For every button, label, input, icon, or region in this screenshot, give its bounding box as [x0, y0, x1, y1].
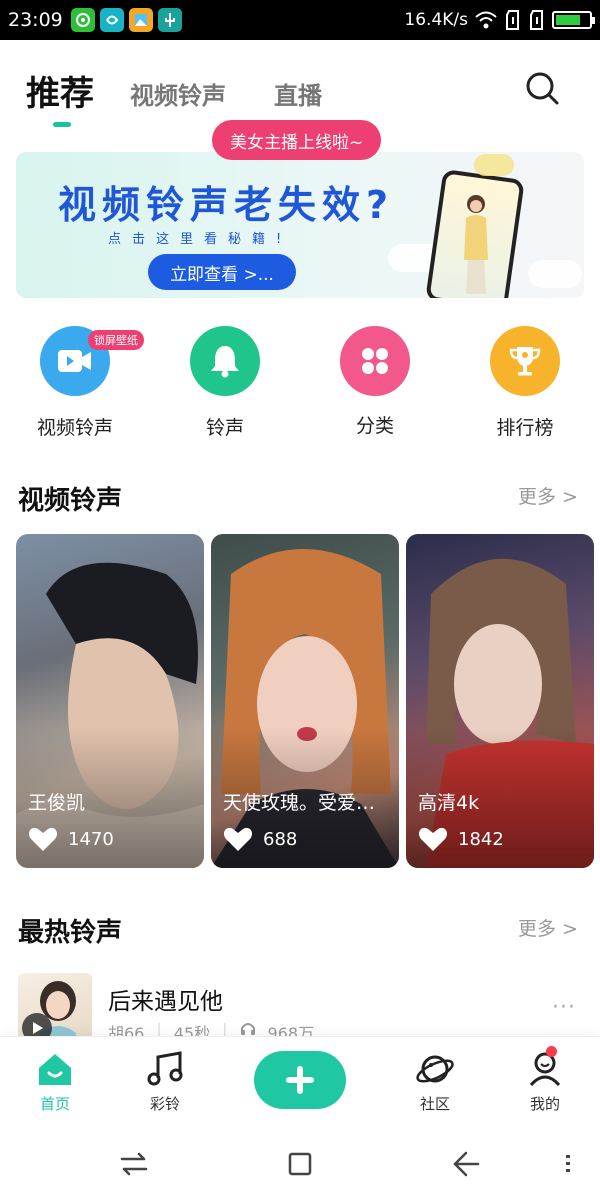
hot-section-more-link[interactable]: 更多 > — [518, 914, 578, 941]
video-card[interactable]: 天使玫瑰。受爱你... 688 — [211, 534, 399, 868]
category-label: 铃声 — [205, 417, 244, 439]
person-icon — [529, 1052, 561, 1087]
like-count: 688 — [263, 828, 298, 850]
video-card-likes: 1842 — [418, 826, 504, 852]
lock-wallpaper-badge: 锁屏壁纸 — [88, 330, 144, 350]
bottom-nav: 首页 彩铃 社区 我的 — [0, 1036, 600, 1128]
heart-icon — [28, 827, 58, 851]
wechat-icon — [70, 8, 95, 32]
planet-icon — [416, 1055, 454, 1083]
tab-video-ringtone[interactable]: 视频铃声 — [130, 76, 226, 111]
video-card-title: 王俊凯 — [28, 792, 86, 814]
category-ringtone[interactable]: 铃声 — [170, 326, 280, 440]
nav-color-ring[interactable]: 彩铃 — [125, 1051, 205, 1114]
status-time: 23:09 — [8, 9, 63, 31]
nav-community[interactable]: 社区 — [395, 1051, 475, 1114]
like-count: 1842 — [458, 828, 504, 850]
menu-icon[interactable] — [552, 1148, 584, 1180]
category-label: 视频铃声 — [36, 417, 113, 439]
tab-recommend[interactable]: 推荐 — [26, 66, 94, 115]
battery-fill — [556, 15, 580, 25]
home-square-icon[interactable] — [284, 1148, 316, 1180]
like-count: 1470 — [68, 828, 114, 850]
switch-icon[interactable] — [118, 1148, 150, 1180]
nav-label: 首页 — [39, 1095, 70, 1113]
nav-mine[interactable]: 我的 — [505, 1051, 585, 1114]
banner-cloud — [528, 260, 582, 288]
header: 推荐 视频铃声 直播 — [0, 40, 600, 130]
banner-person-illustration — [464, 195, 488, 294]
heart-icon — [223, 827, 253, 851]
nav-home[interactable]: 首页 — [15, 1051, 95, 1114]
tab-live[interactable]: 直播 — [274, 76, 322, 111]
category-ranking[interactable]: 排行榜 — [470, 326, 580, 440]
song-title[interactable]: 后来遇见他 — [108, 982, 223, 1016]
video-card-title: 天使玫瑰。受爱你... — [223, 792, 393, 814]
usb-icon — [157, 8, 182, 32]
battery-icon — [552, 11, 595, 29]
signal-sim2-icon — [530, 10, 543, 30]
signal-sim1-icon — [506, 10, 519, 30]
category-label: 分类 — [355, 415, 394, 437]
search-icon[interactable] — [522, 68, 562, 108]
system-nav — [0, 1128, 600, 1200]
tab-active-indicator — [53, 122, 71, 127]
grid-icon — [340, 326, 410, 396]
status-right: 16.4K/s — [404, 9, 595, 31]
video-section-more-link[interactable]: 更多 > — [518, 482, 578, 509]
video-card-likes: 1470 — [28, 826, 114, 852]
video-section-title: 视频铃声 — [18, 486, 123, 516]
promo-banner[interactable]: 视频铃声老失效? 点击这里看秘籍! 立即查看 >... — [16, 152, 584, 298]
network-speed: 16.4K/s — [404, 10, 468, 30]
home-icon — [39, 1054, 71, 1085]
wifi-icon — [475, 11, 497, 29]
bell-icon — [190, 326, 260, 396]
headphones-icon — [240, 1023, 255, 1035]
status-bar: 23:09 16.4K/s — [0, 0, 600, 40]
video-card-likes: 688 — [223, 826, 297, 852]
banner-view-button[interactable]: 立即查看 >... — [148, 254, 296, 290]
category-label: 排行榜 — [496, 417, 554, 439]
nav-label: 社区 — [419, 1095, 450, 1113]
more-options-icon[interactable]: ··· — [552, 995, 576, 1020]
banner-title: 视频铃声老失效? — [58, 183, 395, 227]
video-card[interactable]: 高清4k 1842 — [406, 534, 594, 868]
banner-subtitle: 点击这里看秘籍! — [108, 232, 293, 247]
notification-dot — [546, 1046, 557, 1057]
music-note-icon — [147, 1051, 183, 1086]
video-card-title: 高清4k — [418, 792, 480, 814]
trophy-icon — [490, 326, 560, 396]
plus-icon — [286, 1066, 314, 1094]
category-classify[interactable]: 分类 — [320, 326, 430, 438]
add-button[interactable] — [254, 1051, 346, 1109]
nav-label: 彩铃 — [149, 1095, 180, 1113]
banner-decoration — [474, 154, 514, 176]
app-swirl-icon — [99, 8, 124, 32]
hot-section-title: 最热铃声 — [18, 918, 123, 948]
gallery-app-icon — [128, 8, 153, 32]
heart-icon — [418, 827, 448, 851]
nav-label: 我的 — [529, 1095, 560, 1113]
live-promo-pill[interactable]: 美女主播上线啦~ — [212, 120, 382, 160]
video-card[interactable]: 王俊凯 1470 — [16, 534, 204, 868]
back-icon[interactable] — [450, 1148, 482, 1180]
